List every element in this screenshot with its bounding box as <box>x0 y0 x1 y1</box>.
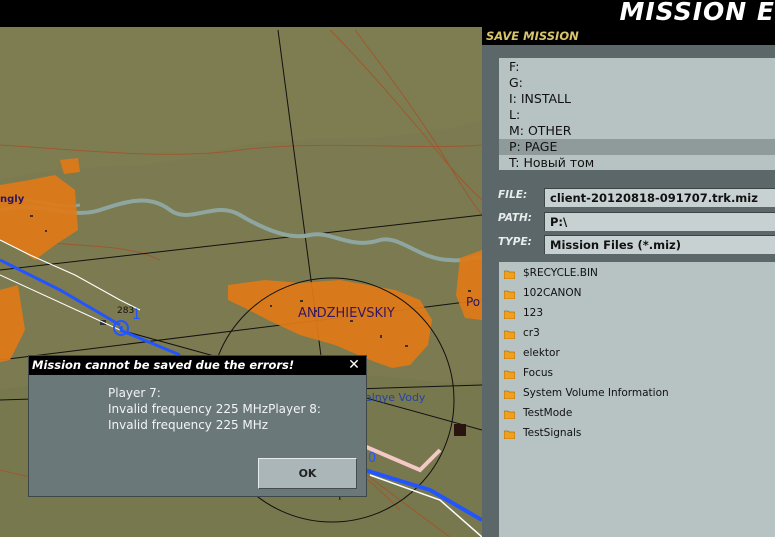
top-bar: MISSION E <box>0 0 775 27</box>
folder-label: TestMode <box>523 407 573 419</box>
folder-label: 123 <box>523 307 544 319</box>
folder-icon <box>504 330 515 339</box>
drive-item[interactable]: I: INSTALL <box>499 91 775 107</box>
file-label: FILE: <box>498 189 528 201</box>
file-type-select[interactable]: Mission Files (*.miz) <box>544 235 775 254</box>
folder-label: System Volume Information <box>523 387 669 399</box>
folder-list: $RECYCLE.BIN 102CANON 123 cr3 elektor Fo… <box>499 262 775 537</box>
folder-label: Focus <box>523 367 553 379</box>
folder-icon <box>504 430 515 439</box>
elevation-label: 283 <box>117 306 134 316</box>
path-label: PATH: <box>498 212 533 224</box>
panel-title: SAVE MISSION <box>486 29 579 43</box>
folder-item[interactable]: System Volume Information <box>499 384 775 404</box>
panel-header: SAVE MISSION <box>482 27 775 45</box>
dialog-message: Player 7: Invalid frequency 225 MHzPlaye… <box>108 386 321 432</box>
app-title: MISSION E <box>619 0 775 26</box>
folder-item[interactable]: TestMode <box>499 404 775 424</box>
close-icon[interactable]: ✕ <box>347 356 361 374</box>
save-mission-panel: SAVE MISSION F: G: I: INSTALL L: M: OTHE… <box>482 27 775 537</box>
dialog-title: Mission cannot be saved due the errors! <box>32 358 295 372</box>
drive-item[interactable]: L: <box>499 107 775 123</box>
drive-label: M: OTHER <box>509 123 572 138</box>
folder-label: TestSignals <box>523 427 582 439</box>
drive-label: L: <box>509 107 521 122</box>
ok-button[interactable]: OK <box>258 458 357 489</box>
drive-label: P: PAGE <box>509 139 558 154</box>
path-input[interactable]: P:\ <box>544 212 775 231</box>
dialog-titlebar: Mission cannot be saved due the errors! … <box>29 356 366 375</box>
folder-icon <box>504 350 515 359</box>
folder-icon <box>504 410 515 419</box>
folder-item[interactable]: elektor <box>499 344 775 364</box>
town-label-andzhievskiy: ANDZHIEVSKIY <box>298 306 395 321</box>
drive-item-selected[interactable]: P: PAGE <box>499 139 775 155</box>
town-label-right: Po <box>466 295 480 309</box>
folder-label: cr3 <box>523 327 540 339</box>
folder-item[interactable]: Focus <box>499 364 775 384</box>
folder-label: elektor <box>523 347 560 359</box>
folder-item[interactable]: $RECYCLE.BIN <box>499 264 775 284</box>
town-label-water: alnye Vody <box>365 391 426 404</box>
folder-item[interactable]: cr3 <box>499 324 775 344</box>
folder-item[interactable]: 123 <box>499 304 775 324</box>
folder-icon <box>504 290 515 299</box>
town-label-left: ngly <box>0 194 25 205</box>
folder-item[interactable]: 102CANON <box>499 284 775 304</box>
waypoint-zero-label: 0 <box>368 451 376 466</box>
folder-item[interactable]: TestSignals <box>499 424 775 444</box>
folder-icon <box>504 370 515 379</box>
drive-label: G: <box>509 75 523 90</box>
type-label: TYPE: <box>498 236 532 248</box>
folder-label: $RECYCLE.BIN <box>523 267 598 279</box>
folder-icon <box>504 390 515 399</box>
drive-label: F: <box>509 59 520 74</box>
drive-item[interactable]: G: <box>499 75 775 91</box>
error-dialog: Mission cannot be saved due the errors! … <box>28 355 367 497</box>
drive-label: T: Новый том <box>509 155 595 170</box>
file-name-input[interactable]: client-20120818-091707.trk.miz <box>544 188 775 207</box>
drive-item[interactable]: T: Новый том <box>499 155 775 171</box>
folder-icon <box>504 270 515 279</box>
drive-label: I: INSTALL <box>509 91 571 106</box>
drive-list: F: G: I: INSTALL L: M: OTHER P: PAGE T: … <box>499 58 775 170</box>
folder-icon <box>504 310 515 319</box>
drive-item[interactable]: F: <box>499 59 775 75</box>
folder-label: 102CANON <box>523 287 582 299</box>
drive-item[interactable]: M: OTHER <box>499 123 775 139</box>
